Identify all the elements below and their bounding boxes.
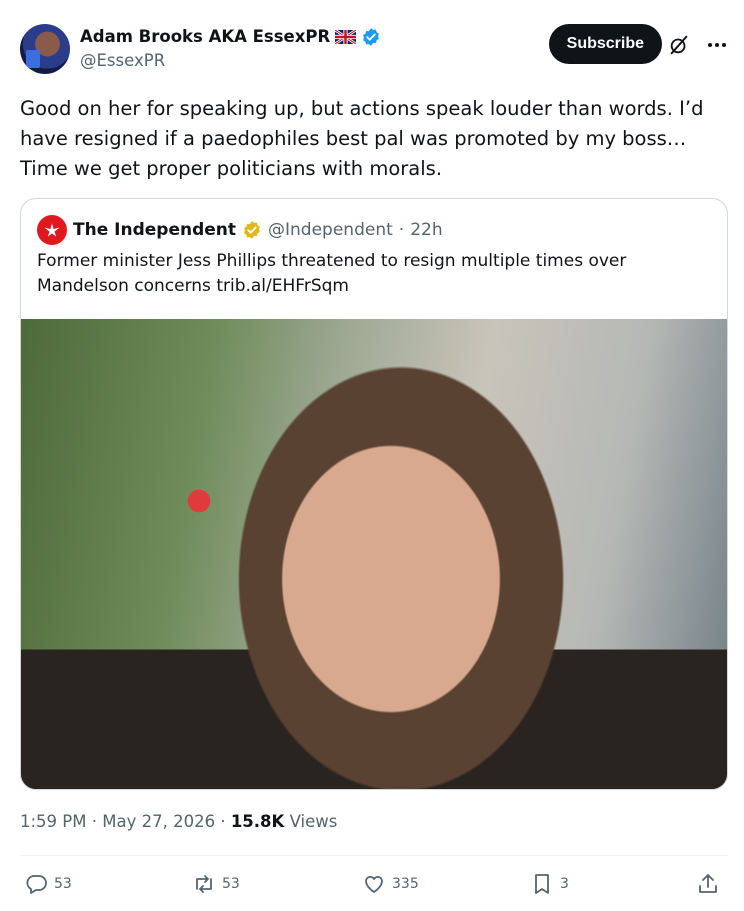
action-bar: 53 53 335 3 — [20, 872, 726, 900]
divider — [20, 855, 728, 856]
post-time[interactable]: 1:59 PM — [20, 812, 86, 831]
reply-icon — [26, 875, 47, 894]
dot-separator: · — [91, 812, 97, 831]
repost-icon — [196, 875, 212, 893]
tweet-text: Good on her for speaking up, but actions… — [20, 97, 710, 180]
quoted-tweet-text: Former minister Jess Phillips threatened… — [37, 251, 627, 296]
author-block: Adam Brooks AKA EssexPR @EssexPR — [80, 26, 381, 72]
reply-button[interactable]: 53 — [24, 872, 72, 896]
quoted-tweet-header: The Independent @Independent · 22h — [37, 215, 443, 245]
share-icon — [699, 874, 717, 893]
quoted-tweet[interactable]: The Independent @Independent · 22h Forme… — [20, 198, 728, 790]
gold-verified-badge-icon — [244, 221, 260, 239]
repost-button[interactable]: 53 — [192, 872, 240, 896]
tweet-header: Adam Brooks AKA EssexPR @EssexPR Subscri… — [20, 24, 728, 76]
repost-count: 53 — [222, 876, 240, 892]
author-handle[interactable]: @EssexPR — [80, 50, 381, 72]
dot-separator: · — [398, 220, 405, 240]
reply-count: 53 — [54, 876, 72, 892]
quoted-author-name[interactable]: The Independent — [73, 219, 236, 241]
grok-icon[interactable] — [668, 34, 690, 56]
heart-icon — [365, 875, 383, 893]
like-button[interactable]: 335 — [362, 872, 419, 896]
quoted-tweet-age[interactable]: 22h — [410, 219, 442, 241]
author-name[interactable]: Adam Brooks AKA EssexPR — [80, 26, 330, 48]
tweet-timestamp: 1:59 PM · May 27, 2026 · 15.8K Views — [20, 810, 337, 834]
dot-separator: · — [220, 812, 226, 831]
quoted-author-handle[interactable]: @Independent — [268, 219, 393, 241]
post-date[interactable]: May 27, 2026 — [102, 812, 215, 831]
share-button[interactable] — [696, 872, 720, 896]
bookmark-count: 3 — [560, 876, 569, 892]
views-count: 15.8K — [230, 812, 285, 831]
avatar[interactable] — [20, 24, 70, 74]
views-label: Views — [289, 812, 338, 831]
more-options-icon[interactable] — [706, 34, 728, 56]
bookmark-button[interactable]: 3 — [530, 872, 569, 896]
uk-flag-icon — [335, 30, 357, 44]
bookmark-icon — [535, 874, 549, 894]
verified-badge-icon — [363, 28, 380, 46]
like-count: 335 — [392, 876, 419, 892]
subscribe-button[interactable]: Subscribe — [548, 24, 662, 64]
quoted-tweet-photo[interactable] — [21, 319, 727, 789]
eagle-logo-icon[interactable] — [37, 215, 67, 245]
